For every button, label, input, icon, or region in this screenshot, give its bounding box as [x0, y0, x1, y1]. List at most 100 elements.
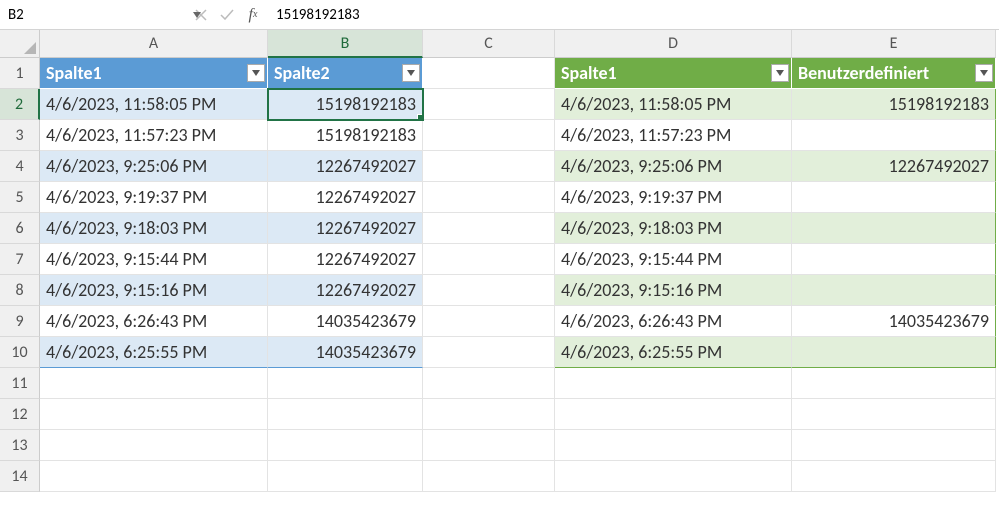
cell-e5[interactable] — [792, 182, 996, 213]
cell-c2[interactable] — [423, 89, 555, 120]
cell-d13[interactable] — [555, 430, 792, 461]
cell-d5[interactable]: 4/6/2023, 9:19:37 PM — [555, 182, 792, 213]
cell-d2[interactable]: 4/6/2023, 11:58:05 PM — [555, 89, 792, 120]
cell-d11[interactable] — [555, 368, 792, 399]
green-table-header-1[interactable]: Spalte1 — [555, 58, 792, 89]
insert-function-button[interactable]: fx — [240, 0, 266, 29]
row-head-8[interactable]: 8 — [0, 275, 40, 306]
row-head-9[interactable]: 9 — [0, 306, 40, 337]
blue-table-header-2[interactable]: Spalte2 — [268, 58, 423, 89]
cell-e12[interactable] — [792, 399, 996, 430]
cell-c7[interactable] — [423, 244, 555, 275]
cell-c1[interactable] — [423, 58, 555, 89]
cell-e3[interactable] — [792, 120, 996, 151]
cell-b6[interactable]: 12267492027 — [268, 213, 423, 244]
select-all-corner[interactable] — [0, 30, 40, 58]
cell-b3[interactable]: 15198192183 — [268, 120, 423, 151]
cell-e2[interactable]: 15198192183 — [792, 89, 996, 120]
name-box-input[interactable] — [0, 0, 193, 29]
cell-b5[interactable]: 12267492027 — [268, 182, 423, 213]
cell-a8[interactable]: 4/6/2023, 9:15:16 PM — [40, 275, 268, 306]
cell-d10[interactable]: 4/6/2023, 6:25:55 PM — [555, 337, 792, 368]
table-header-label: Spalte2 — [274, 62, 330, 84]
cell-b10[interactable]: 14035423679 — [268, 337, 423, 368]
cell-e13[interactable] — [792, 430, 996, 461]
cell-c6[interactable] — [423, 213, 555, 244]
cell-c10[interactable] — [423, 337, 555, 368]
cell-b11[interactable] — [268, 368, 423, 399]
cell-d7[interactable]: 4/6/2023, 9:15:44 PM — [555, 244, 792, 275]
cell-d3[interactable]: 4/6/2023, 11:57:23 PM — [555, 120, 792, 151]
filter-dropdown-icon[interactable] — [247, 64, 265, 82]
cell-e14[interactable] — [792, 461, 996, 492]
filter-dropdown-icon[interactable] — [771, 64, 789, 82]
cell-c8[interactable] — [423, 275, 555, 306]
green-table-header-2[interactable]: Benutzerdefiniert — [792, 58, 996, 89]
row-head-10[interactable]: 10 — [0, 337, 40, 368]
cell-a3[interactable]: 4/6/2023, 11:57:23 PM — [40, 120, 268, 151]
cell-e4[interactable]: 12267492027 — [792, 151, 996, 182]
row-head-14[interactable]: 14 — [0, 461, 40, 492]
cell-d9[interactable]: 4/6/2023, 6:26:43 PM — [555, 306, 792, 337]
row-head-7[interactable]: 7 — [0, 244, 40, 275]
row-head-12[interactable]: 12 — [0, 399, 40, 430]
cell-a4[interactable]: 4/6/2023, 9:25:06 PM — [40, 151, 268, 182]
cell-a6[interactable]: 4/6/2023, 9:18:03 PM — [40, 213, 268, 244]
cell-a5[interactable]: 4/6/2023, 9:19:37 PM — [40, 182, 268, 213]
filter-dropdown-icon[interactable] — [975, 64, 993, 82]
cell-d6[interactable]: 4/6/2023, 9:18:03 PM — [555, 213, 792, 244]
cell-a7[interactable]: 4/6/2023, 9:15:44 PM — [40, 244, 268, 275]
cell-a13[interactable] — [40, 430, 268, 461]
cell-b13[interactable] — [268, 430, 423, 461]
cell-c3[interactable] — [423, 120, 555, 151]
cell-b9[interactable]: 14035423679 — [268, 306, 423, 337]
cell-d4[interactable]: 4/6/2023, 9:25:06 PM — [555, 151, 792, 182]
col-head-e[interactable]: E — [792, 30, 996, 58]
cell-b14[interactable] — [268, 461, 423, 492]
cell-e10[interactable] — [792, 337, 996, 368]
cell-e9[interactable]: 14035423679 — [792, 306, 996, 337]
cell-e6[interactable] — [792, 213, 996, 244]
cell-d8[interactable]: 4/6/2023, 9:15:16 PM — [555, 275, 792, 306]
row-head-4[interactable]: 4 — [0, 151, 40, 182]
cell-c9[interactable] — [423, 306, 555, 337]
row-head-3[interactable]: 3 — [0, 120, 40, 151]
row-head-13[interactable]: 13 — [0, 430, 40, 461]
cell-d14[interactable] — [555, 461, 792, 492]
row-head-2[interactable]: 2 — [0, 89, 40, 120]
cell-e8[interactable] — [792, 275, 996, 306]
blue-table-header-1[interactable]: Spalte1 — [40, 58, 268, 89]
col-head-b[interactable]: B — [268, 30, 423, 58]
col-head-a[interactable]: A — [40, 30, 268, 58]
row-head-6[interactable]: 6 — [0, 213, 40, 244]
cell-b12[interactable] — [268, 399, 423, 430]
row-head-5[interactable]: 5 — [0, 182, 40, 213]
cell-c11[interactable] — [423, 368, 555, 399]
cell-b4[interactable]: 12267492027 — [268, 151, 423, 182]
name-box-dropdown[interactable] — [193, 0, 201, 29]
cell-c14[interactable] — [423, 461, 555, 492]
formula-input[interactable] — [266, 0, 999, 29]
cell-c5[interactable] — [423, 182, 555, 213]
row-head-11[interactable]: 11 — [0, 368, 40, 399]
cell-c12[interactable] — [423, 399, 555, 430]
cell-e7[interactable] — [792, 244, 996, 275]
cell-b7[interactable]: 12267492027 — [268, 244, 423, 275]
cell-b8[interactable]: 12267492027 — [268, 275, 423, 306]
cell-a14[interactable] — [40, 461, 268, 492]
enter-formula-button[interactable] — [214, 0, 240, 29]
cell-a12[interactable] — [40, 399, 268, 430]
cell-b2[interactable]: 15198192183 — [268, 89, 423, 120]
cell-a11[interactable] — [40, 368, 268, 399]
row-head-1[interactable]: 1 — [0, 58, 40, 89]
cell-a2[interactable]: 4/6/2023, 11:58:05 PM — [40, 89, 268, 120]
col-head-c[interactable]: C — [423, 30, 555, 58]
cell-a9[interactable]: 4/6/2023, 6:26:43 PM — [40, 306, 268, 337]
col-head-d[interactable]: D — [555, 30, 792, 58]
cell-a10[interactable]: 4/6/2023, 6:25:55 PM — [40, 337, 268, 368]
cell-d12[interactable] — [555, 399, 792, 430]
cell-c4[interactable] — [423, 151, 555, 182]
cell-c13[interactable] — [423, 430, 555, 461]
filter-dropdown-icon[interactable] — [402, 64, 420, 82]
cell-e11[interactable] — [792, 368, 996, 399]
